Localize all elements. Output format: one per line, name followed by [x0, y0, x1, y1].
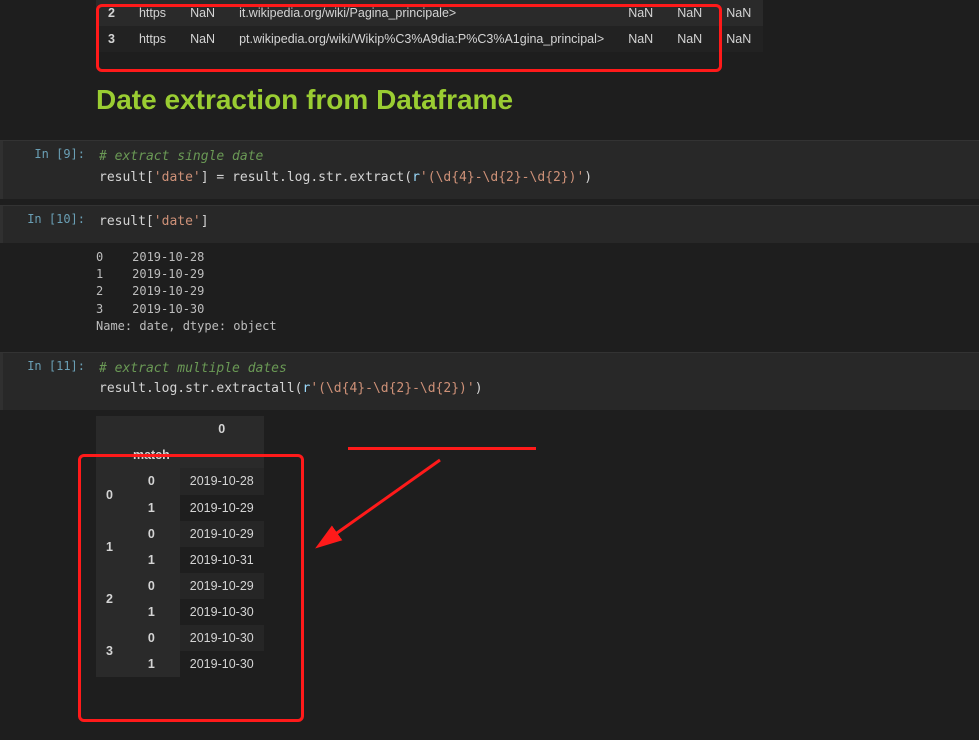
row-outer-index: 3: [96, 625, 123, 677]
row-match-index: 1: [123, 651, 180, 677]
code-token: ] = result.log.str.extract(: [201, 170, 412, 185]
code-body-11[interactable]: # extract multiple dates result.log.str.…: [93, 353, 979, 411]
code-cell-10[interactable]: In [10]: result['date']: [0, 206, 979, 243]
notebook-root: { "topTable": { "rows": [ {"idx":"2","c1…: [0, 0, 979, 687]
raw-prefix-token: r: [412, 170, 420, 185]
comment-text: # extract multiple dates: [99, 361, 287, 376]
code-body-9[interactable]: # extract single date result['date'] = r…: [93, 141, 979, 199]
code-body-10[interactable]: result['date']: [93, 206, 979, 243]
output-cell-11: 0match002019-10-2812019-10-29102019-10-2…: [0, 410, 979, 687]
section-heading: Date extraction from Dataframe: [96, 84, 969, 116]
table-cell: NaN: [665, 26, 714, 52]
table-cell: NaN: [665, 0, 714, 26]
md-prompt-blank: [0, 68, 90, 140]
row-match-index: 1: [123, 495, 180, 521]
regex-string-token: '(\d{4}-\d{2}-\d{2})': [310, 381, 474, 396]
output-cell-top: 2httpsNaNit.wikipedia.org/wiki/Pagina_pr…: [0, 0, 979, 62]
th-blank: [123, 416, 180, 442]
th-value: 0: [180, 416, 264, 442]
code-token: result.log.str.extractall(: [99, 381, 303, 396]
string-token: 'date': [154, 214, 201, 229]
table-cell: NaN: [178, 26, 227, 52]
table-cell: NaN: [714, 26, 763, 52]
table-cell: NaN: [616, 26, 665, 52]
table-cell: 2019-10-30: [180, 651, 264, 677]
row-match-index: 0: [123, 521, 180, 547]
in-prompt-11: In [11]:: [3, 353, 93, 411]
code-cell-9[interactable]: In [9]: # extract single date result['da…: [0, 141, 979, 199]
code-token: ]: [201, 214, 209, 229]
row-outer-index: 0: [96, 468, 123, 520]
output-prompt-blank: [0, 410, 90, 687]
table-cell: 2019-10-30: [180, 599, 264, 625]
code-token: ): [475, 381, 483, 396]
code-token: ): [584, 170, 592, 185]
comment-text: # extract single date: [99, 149, 263, 164]
th-blank: [96, 442, 123, 468]
output-prompt-blank: [0, 0, 90, 62]
markdown-cell: Date extraction from Dataframe: [0, 68, 979, 140]
in-prompt-9: In [9]:: [3, 141, 93, 199]
table-cell: https: [127, 0, 178, 26]
table-cell: 2019-10-29: [180, 495, 264, 521]
row-match-index: 0: [123, 573, 180, 599]
row-match-index: 1: [123, 547, 180, 573]
table-cell: 2: [96, 0, 127, 26]
table-cell: pt.wikipedia.org/wiki/Wikip%C3%A9dia:P%C…: [227, 26, 616, 52]
table-cell: NaN: [178, 0, 227, 26]
row-match-index: 0: [123, 468, 180, 494]
in-prompt-10: In [10]:: [3, 206, 93, 243]
row-outer-index: 1: [96, 521, 123, 573]
th-blank: [180, 442, 264, 468]
table-cell: 2019-10-29: [180, 573, 264, 599]
table-cell: 2019-10-29: [180, 521, 264, 547]
row-match-index: 0: [123, 625, 180, 651]
table-cell: 2019-10-28: [180, 468, 264, 494]
th-blank: [96, 416, 123, 442]
row-outer-index: 2: [96, 573, 123, 625]
table-cell: 2019-10-31: [180, 547, 264, 573]
table-cell: 3: [96, 26, 127, 52]
code-token: result[: [99, 170, 154, 185]
row-match-index: 1: [123, 599, 180, 625]
code-token: result[: [99, 214, 154, 229]
string-token: 'date': [154, 170, 201, 185]
dataframe-extractall: 0match002019-10-2812019-10-29102019-10-2…: [96, 416, 264, 677]
table-cell: https: [127, 26, 178, 52]
table-cell: NaN: [616, 0, 665, 26]
table-cell: 2019-10-30: [180, 625, 264, 651]
table-cell: it.wikipedia.org/wiki/Pagina_principale>: [227, 0, 616, 26]
output-text-10: 0 2019-10-28 1 2019-10-29 2 2019-10-29 3…: [90, 243, 979, 346]
code-cell-11[interactable]: In [11]: # extract multiple dates result…: [0, 353, 979, 411]
th-match: match: [123, 442, 180, 468]
output-prompt-blank: [0, 243, 90, 346]
dataframe-top: 2httpsNaNit.wikipedia.org/wiki/Pagina_pr…: [96, 0, 763, 52]
output-cell-10: 0 2019-10-28 1 2019-10-29 2 2019-10-29 3…: [0, 243, 979, 346]
regex-string-token: '(\d{4}-\d{2}-\d{2})': [420, 170, 584, 185]
table-cell: NaN: [714, 0, 763, 26]
